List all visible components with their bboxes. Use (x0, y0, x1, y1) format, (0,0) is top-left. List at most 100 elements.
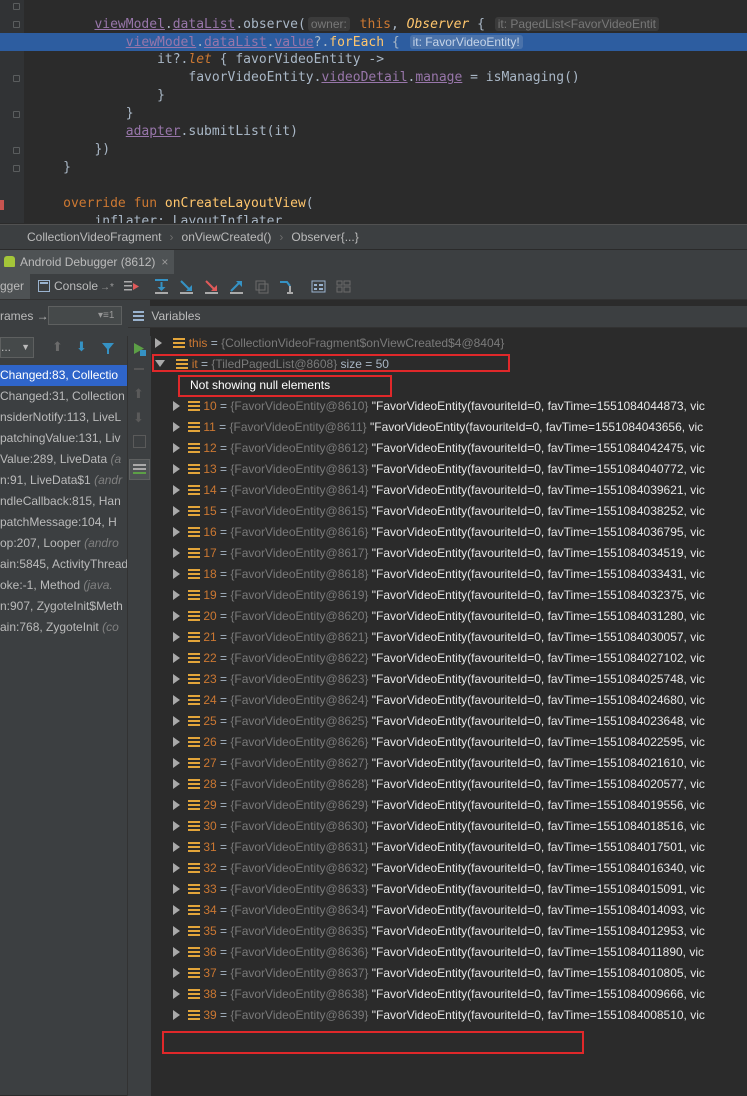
show-watches-icon[interactable] (129, 459, 150, 480)
drop-frame-icon[interactable] (253, 278, 270, 295)
force-step-into-icon[interactable] (203, 278, 220, 295)
expand-icon[interactable] (173, 401, 180, 411)
frame-row[interactable]: Changed:31, Collection (0, 386, 127, 407)
expand-icon[interactable] (173, 422, 180, 432)
variable-row-item[interactable]: 33 = {FavorVideoEntity@8633} "FavorVideo… (173, 879, 747, 900)
previous-frame-icon[interactable]: ⬆ (52, 339, 63, 355)
pin-arrow-icon[interactable]: →* (100, 282, 114, 293)
variable-row-item[interactable]: 19 = {FavorVideoEntity@8619} "FavorVideo… (173, 585, 747, 606)
code-line[interactable]: adapter.submitList(it) (24, 123, 298, 141)
code-editor[interactable]: viewModel.dataList.observe(owner: this, … (0, 0, 747, 223)
variable-row-this[interactable]: this = {CollectionVideoFragment$onViewCr… (155, 333, 747, 354)
dropdown-icon[interactable]: ▾≡1 (98, 306, 114, 326)
variable-row-item[interactable]: 37 = {FavorVideoEntity@8637} "FavorVideo… (173, 963, 747, 984)
variable-row-item[interactable]: 11 = {FavorVideoEntity@8611} "FavorVideo… (173, 417, 747, 438)
tab-console[interactable]: Console →* (38, 274, 114, 299)
expand-icon[interactable] (173, 968, 180, 978)
variable-row-item[interactable]: 14 = {FavorVideoEntity@8614} "FavorVideo… (173, 480, 747, 501)
fold-marker[interactable] (13, 75, 20, 82)
code-line[interactable]: override fun onCreateLayoutView( (24, 195, 313, 213)
expand-icon[interactable] (173, 590, 180, 600)
expand-icon[interactable] (173, 863, 180, 873)
variable-row-item[interactable]: 18 = {FavorVideoEntity@8618} "FavorVideo… (173, 564, 747, 585)
frame-row[interactable]: nsiderNotify:113, LiveL (0, 407, 127, 428)
expand-icon[interactable] (173, 674, 180, 684)
expand-icon[interactable] (173, 737, 180, 747)
variable-row-item[interactable]: 24 = {FavorVideoEntity@8624} "FavorVideo… (173, 690, 747, 711)
fold-marker[interactable] (13, 147, 20, 154)
copy-icon[interactable] (133, 435, 146, 448)
code-line[interactable]: inflater: LayoutInflater, (24, 213, 290, 223)
expand-icon[interactable] (173, 758, 180, 768)
step-out-icon[interactable] (228, 278, 245, 295)
fold-marker[interactable] (13, 165, 20, 172)
variable-row-item[interactable]: 27 = {FavorVideoEntity@8627} "FavorVideo… (173, 753, 747, 774)
evaluate-icon[interactable] (310, 278, 327, 295)
breadcrumb-item-method[interactable]: onViewCreated() (182, 230, 272, 244)
code-line[interactable]: it?.let { favorVideoEntity -> (24, 51, 384, 69)
variable-row-item[interactable]: 12 = {FavorVideoEntity@8612} "FavorVideo… (173, 438, 747, 459)
expand-icon[interactable] (173, 548, 180, 558)
frame-row[interactable]: ain:768, ZygoteInit (co (0, 617, 127, 638)
fold-marker[interactable] (13, 111, 20, 118)
variable-row-item[interactable]: 17 = {FavorVideoEntity@8617} "FavorVideo… (173, 543, 747, 564)
expand-icon[interactable] (173, 926, 180, 936)
tab-debugger[interactable]: gger (0, 274, 30, 299)
variable-row-item[interactable]: 32 = {FavorVideoEntity@8632} "FavorVideo… (173, 858, 747, 879)
expand-icon[interactable] (173, 653, 180, 663)
expand-icon[interactable] (173, 695, 180, 705)
frame-row[interactable]: Changed:83, Collectio (0, 365, 127, 386)
restore-layout-icon[interactable] (335, 278, 352, 295)
code-line[interactable]: } (24, 105, 134, 123)
expand-icon[interactable] (173, 1010, 180, 1020)
expand-icon[interactable] (173, 842, 180, 852)
variable-row-item[interactable]: 10 = {FavorVideoEntity@8610} "FavorVideo… (173, 396, 747, 417)
step-over-icon[interactable] (153, 278, 170, 295)
thread-select[interactable]: ... ▼ (0, 337, 34, 358)
arrow-down-icon[interactable]: ⬇ (133, 410, 144, 426)
code-line[interactable]: viewModel.dataList.observe(owner: this, … (24, 15, 661, 33)
expand-icon[interactable] (173, 989, 180, 999)
frame-row[interactable]: oke:-1, Method (java. (0, 575, 127, 596)
close-icon[interactable]: × (161, 255, 168, 269)
expand-icon[interactable] (173, 884, 180, 894)
arrow-up-icon[interactable]: ⬆ (133, 386, 144, 402)
code-line[interactable]: favorVideoEntity.videoDetail.manage = is… (24, 69, 579, 87)
code-line-current[interactable]: viewModel.dataList.value?.forEach { it: … (0, 33, 747, 51)
frame-row[interactable]: op:207, Looper (andro (0, 533, 127, 554)
variable-row-item[interactable]: 29 = {FavorVideoEntity@8629} "FavorVideo… (173, 795, 747, 816)
variable-row-item[interactable]: 22 = {FavorVideoEntity@8622} "FavorVideo… (173, 648, 747, 669)
breadcrumb-item-class[interactable]: CollectionVideoFragment (27, 230, 162, 244)
run-to-cursor-icon[interactable] (278, 278, 295, 295)
variable-row-item[interactable]: 28 = {FavorVideoEntity@8628} "FavorVideo… (173, 774, 747, 795)
resume-program-icon[interactable] (131, 340, 148, 357)
expand-icon[interactable] (173, 527, 180, 537)
frames-label[interactable]: rames →* (0, 309, 53, 323)
variable-row-item[interactable]: 39 = {FavorVideoEntity@8639} "FavorVideo… (173, 1005, 747, 1026)
code-line[interactable]: } (24, 87, 165, 105)
variable-row-item[interactable]: 21 = {FavorVideoEntity@8621} "FavorVideo… (173, 627, 747, 648)
frame-row[interactable]: n:91, LiveData$1 (andr (0, 470, 127, 491)
variable-row-item[interactable]: 26 = {FavorVideoEntity@8626} "FavorVideo… (173, 732, 747, 753)
frame-row[interactable]: Value:289, LiveData (a (0, 449, 127, 470)
frame-row[interactable]: ain:5845, ActivityThread (0, 554, 127, 575)
expand-icon[interactable] (173, 779, 180, 789)
frame-row[interactable]: ndleCallback:815, Han (0, 491, 127, 512)
frame-row[interactable]: patchingValue:131, Liv (0, 428, 127, 449)
variable-row-item[interactable]: 34 = {FavorVideoEntity@8634} "FavorVideo… (173, 900, 747, 921)
expand-icon[interactable] (173, 632, 180, 642)
variable-row-item[interactable]: 15 = {FavorVideoEntity@8615} "FavorVideo… (173, 501, 747, 522)
expand-icon[interactable] (173, 905, 180, 915)
next-frame-icon[interactable]: ⬇ (76, 339, 87, 355)
frame-row[interactable]: n:907, ZygoteInit$Meth (0, 596, 127, 617)
expand-icon[interactable] (155, 338, 162, 348)
variable-row-item[interactable]: 20 = {FavorVideoEntity@8620} "FavorVideo… (173, 606, 747, 627)
variable-row-item[interactable]: 31 = {FavorVideoEntity@8631} "FavorVideo… (173, 837, 747, 858)
expand-icon[interactable] (173, 716, 180, 726)
expand-icon[interactable] (173, 569, 180, 579)
expand-icon[interactable] (173, 800, 180, 810)
variable-row-item[interactable]: 13 = {FavorVideoEntity@8613} "FavorVideo… (173, 459, 747, 480)
expand-icon[interactable] (173, 485, 180, 495)
variable-row-item[interactable]: 38 = {FavorVideoEntity@8638} "FavorVideo… (173, 984, 747, 1005)
step-into-icon[interactable] (178, 278, 195, 295)
